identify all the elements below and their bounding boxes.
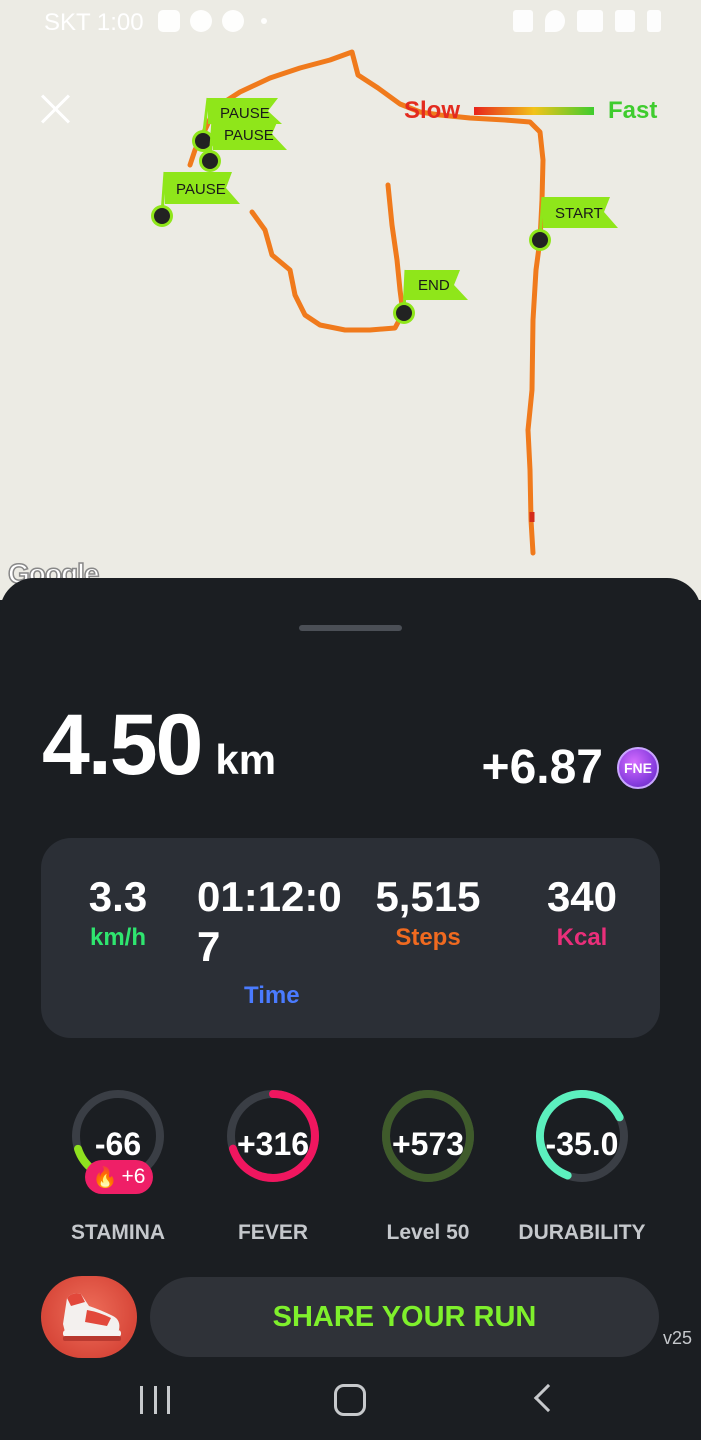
- reward-value: +6.87: [481, 741, 603, 794]
- distance-unit: km: [215, 736, 277, 783]
- legend-fast-label: Fast: [608, 97, 658, 124]
- status-bar: SKT 1:00: [0, 0, 701, 44]
- level-gauge: +573 Level 50: [348, 1088, 508, 1248]
- stat-time: 01:12:07 Time: [197, 872, 357, 1009]
- gallery-icon: [158, 10, 180, 32]
- close-button[interactable]: [40, 93, 72, 125]
- distance: 4.50 km: [42, 696, 276, 795]
- stat-steps: 5,515 Steps: [371, 872, 485, 952]
- recents-button[interactable]: [140, 1386, 170, 1416]
- home-button[interactable]: [334, 1384, 366, 1416]
- stat-speed: 3.3 km/h: [81, 872, 155, 952]
- legend-slow-label: Slow: [404, 97, 461, 124]
- share-run-button[interactable]: SHARE YOUR RUN: [150, 1277, 659, 1357]
- legend-gradient-bar: [474, 107, 595, 115]
- route-path: PAUSE PAUSE PAUSE START END: [151, 49, 618, 556]
- durability-value: -35.0: [545, 1126, 619, 1162]
- sneaker-thumbnail[interactable]: [41, 1276, 137, 1358]
- fire-icon: 🔥: [92, 1166, 118, 1189]
- version-label: v25: [663, 1328, 693, 1348]
- stamina-label: STAMINA: [70, 1221, 166, 1244]
- more-notifications-icon: [261, 18, 267, 24]
- distance-value: 4.50: [42, 697, 203, 793]
- pause-label-2: PAUSE: [224, 127, 274, 144]
- end-label: END: [418, 277, 450, 294]
- battery-icon: [647, 10, 661, 32]
- fever-gauge: +316 FEVER: [193, 1088, 353, 1248]
- stats-card: 3.3 km/h 01:12:07 Time 5,515 Steps 340 K…: [41, 838, 660, 1038]
- wifi-icon: [577, 10, 603, 32]
- mute-icon: [513, 10, 533, 32]
- start-label: START: [555, 205, 603, 222]
- back-button[interactable]: [533, 1383, 563, 1413]
- steps-label: Steps: [395, 924, 461, 951]
- speed-label: km/h: [89, 924, 146, 951]
- durability-gauge: -35.0 DURABILITY: [502, 1088, 662, 1248]
- stamina-value: -66: [94, 1126, 142, 1162]
- signal-icon: [615, 10, 635, 32]
- stat-kcal: 340 Kcal: [539, 872, 625, 952]
- kcal-value: 340: [546, 873, 618, 920]
- time-label: Time: [244, 982, 300, 1009]
- chat-icon: [190, 10, 212, 32]
- level-label: Level 50: [386, 1221, 470, 1244]
- route-map[interactable]: PAUSE PAUSE PAUSE START END SKT 1:00 Slo…: [0, 0, 701, 600]
- time-value: 01:12:07: [197, 873, 342, 970]
- run-summary-sheet: 4.50 km +6.87 FNE 3.3 km/h 01:12:07 Time…: [0, 578, 701, 1440]
- token-reward: +6.87 FNE: [482, 740, 659, 795]
- status-carrier-time: SKT 1:00: [44, 9, 144, 36]
- sneaker-icon: [63, 1293, 121, 1341]
- fever-value: +316: [236, 1126, 310, 1162]
- sheet-drag-handle[interactable]: [299, 625, 402, 631]
- fne-token-icon: FNE: [617, 746, 659, 789]
- fever-label: FEVER: [237, 1221, 308, 1244]
- stamina-badge-value: +6: [121, 1165, 146, 1188]
- stamina-gauge: -66 🔥 +6 STAMINA: [38, 1088, 198, 1248]
- kcal-label: Kcal: [556, 924, 608, 951]
- steps-value: 5,515: [375, 873, 481, 920]
- messenger-icon: [222, 10, 244, 32]
- system-nav-bar: [0, 1362, 701, 1440]
- pause-label-1: PAUSE: [220, 105, 270, 122]
- durability-label: DURABILITY: [518, 1221, 646, 1244]
- speed-value: 3.3: [88, 873, 148, 920]
- level-value: +573: [391, 1126, 465, 1162]
- pause-label-3: PAUSE: [176, 181, 226, 198]
- speed-legend: Slow Fast: [404, 96, 657, 126]
- stamina-bonus-badge: 🔥 +6: [85, 1160, 153, 1194]
- location-icon: [545, 10, 565, 32]
